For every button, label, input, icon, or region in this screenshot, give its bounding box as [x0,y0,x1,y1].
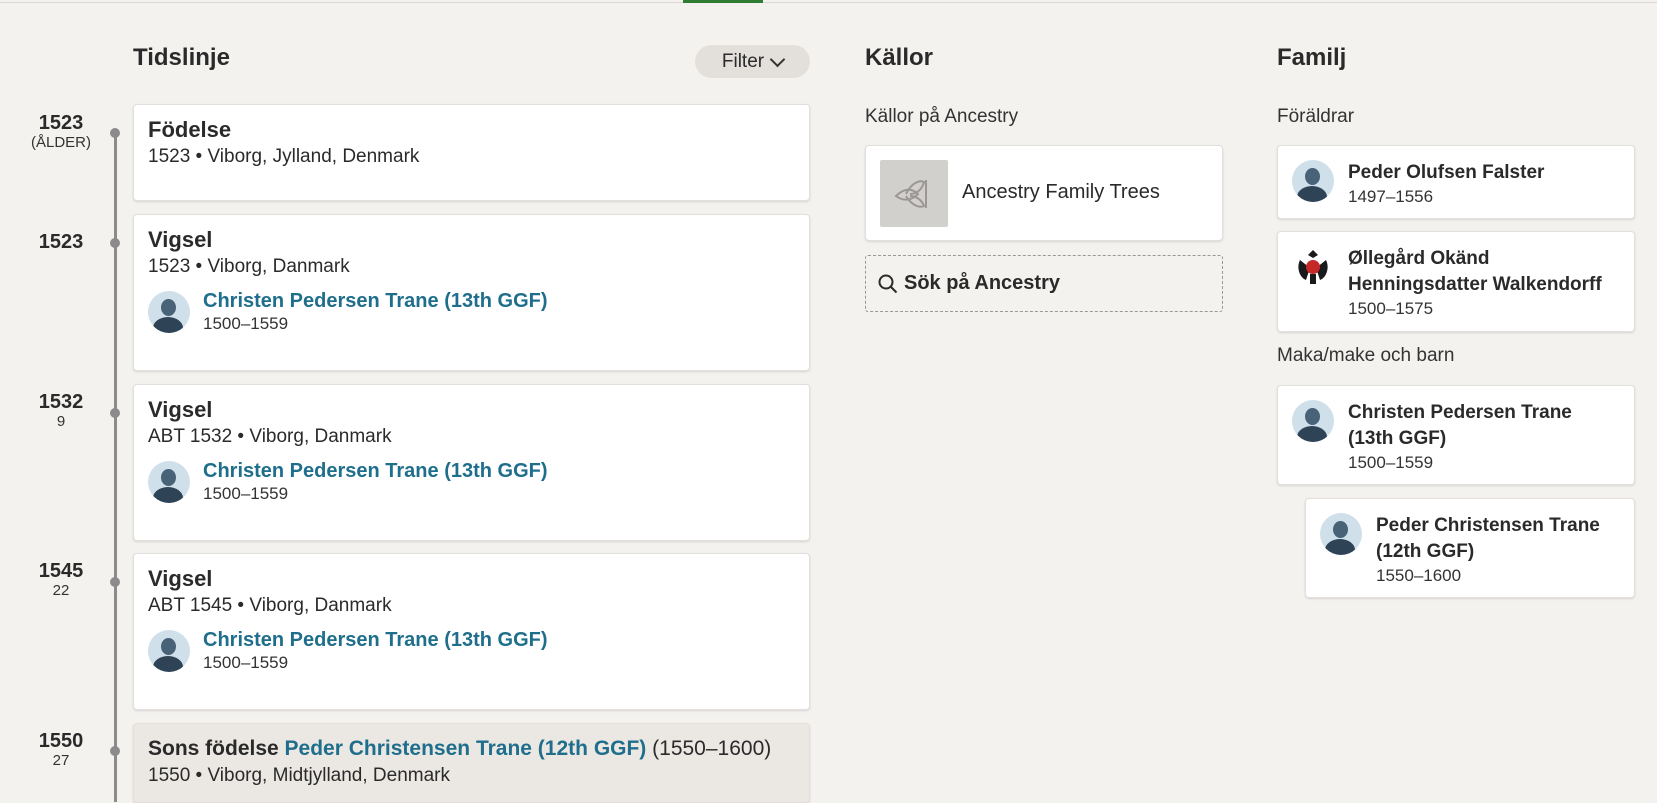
child-years: 1550–1600 [1376,566,1462,585]
child-card[interactable]: Peder Christensen Trane (12th GGF) 1550–… [1305,498,1635,598]
event-place: ABT 1545 • Viborg, Danmark [148,595,392,616]
timeline-dot [110,128,120,138]
timeline-heading: Tidslinje [133,44,230,71]
timeline-year-marker: 1545 22 [28,560,94,600]
person-avatar-icon [148,630,190,672]
event-title: Födelse [148,117,232,142]
source-label: Ancestry Family Trees [962,181,1160,203]
source-card[interactable]: Ancestry Family Trees [865,145,1223,241]
person-avatar-icon [1320,513,1362,555]
sources-subheading: Källor på Ancestry [865,106,1019,127]
active-tab-indicator [683,0,763,3]
event-age: 22 [52,582,70,599]
filter-label: Filter [721,50,765,72]
person-avatar-icon [1292,400,1334,442]
parent-name: Øllegård Okänd Henningsdatter Walkendorf… [1348,248,1602,295]
event-person[interactable]: Christen Pedersen Trane (13th GGF) 1500–… [148,289,795,335]
spouse-children-heading: Maka/make och barn [1277,345,1455,366]
search-ancestry-label: Sök på Ancestry [904,272,1060,294]
parent-name: Peder Olufsen Falster [1348,162,1545,183]
event-title: Vigsel [148,227,213,252]
event-place: ABT 1532 • Viborg, Danmark [148,426,392,447]
spouse-years: 1500–1559 [1348,453,1434,472]
event-person[interactable]: Christen Pedersen Trane (13th GGF) 1500–… [148,628,795,674]
event-place: 1523 • Viborg, Jylland, Denmark [148,146,420,167]
event-age: 27 [52,752,70,769]
parent-years: 1497–1556 [1348,187,1434,206]
timeline-dot [110,238,120,248]
top-divider [0,2,1657,3]
chevron-down-icon [769,51,786,67]
person-name-link[interactable]: Christen Pedersen Trane (13th GGF) [203,459,548,483]
event-title: Sons födelse Peder Christensen Trane (12… [148,736,795,762]
event-card-marriage[interactable]: Vigsel 1523 • Viborg, Danmark Christen P… [133,214,810,371]
search-icon [878,274,898,293]
event-title: Vigsel [148,566,213,591]
family-heading: Familj [1277,44,1347,71]
event-title-prefix: Sons födelse [148,737,279,760]
timeline-dot [110,408,120,418]
event-title: Vigsel [148,397,213,422]
spouse-card[interactable]: Christen Pedersen Trane (13th GGF) 1500–… [1277,385,1635,485]
event-card-marriage[interactable]: Vigsel ABT 1532 • Viborg, Danmark Christ… [133,384,810,541]
timeline-line [114,132,117,802]
sources-heading: Källor [865,44,934,71]
event-place: 1523 • Viborg, Danmark [148,256,350,277]
timeline-dot [110,746,120,756]
person-avatar-icon [148,291,190,333]
timeline-year-marker: 1523 (ÅLDER) [28,112,94,152]
event-card-birth[interactable]: Födelse 1523 • Viborg, Jylland, Denmark [133,104,810,201]
parent-entry: Peder Olufsen Falster 1497–1556 [1278,146,1558,208]
family-crest-icon [1292,246,1334,288]
event-year: 1550 [38,730,84,752]
person-avatar-icon [148,461,190,503]
event-age: (ÅLDER) [30,134,91,151]
spouse-entry: Christen Pedersen Trane (13th GGF) 1500–… [1278,386,1612,474]
parent-card[interactable]: Peder Olufsen Falster 1497–1556 [1277,145,1635,219]
parents-heading: Föräldrar [1277,106,1355,127]
event-year: 1532 [38,391,84,413]
child-name: Peder Christensen Trane (12th GGF) [1376,515,1600,562]
filter-button[interactable]: Filter [695,45,810,78]
timeline-year-marker: 1523 [28,231,94,253]
child-name-link[interactable]: Peder Christensen Trane (12th GGF) [285,737,647,760]
parent-entry: Øllegård Okänd Henningsdatter Walkendorf… [1278,232,1647,320]
event-person[interactable]: Christen Pedersen Trane (13th GGF) 1500–… [148,459,795,505]
event-year: 1523 [38,231,84,253]
child-entry: Peder Christensen Trane (12th GGF) 1550–… [1306,499,1640,587]
timeline-dot [110,577,120,587]
parent-card[interactable]: Øllegård Okänd Henningsdatter Walkendorf… [1277,231,1635,332]
search-ancestry-button[interactable]: Sök på Ancestry [865,255,1223,312]
event-age: 9 [56,413,66,430]
ancestry-leaf-icon [880,160,948,227]
parent-years: 1500–1575 [1348,299,1434,318]
person-years: 1500–1559 [203,484,289,503]
event-card-marriage[interactable]: Vigsel ABT 1545 • Viborg, Danmark Christ… [133,553,810,710]
person-years: 1500–1559 [203,653,289,672]
child-years: (1550–1600) [652,737,772,760]
event-year: 1523 [38,112,84,134]
event-place: 1550 • Viborg, Midtjylland, Denmark [148,765,451,786]
event-card-son-birth[interactable]: Sons födelse Peder Christensen Trane (12… [133,723,810,803]
person-avatar-icon [1292,160,1334,202]
person-years: 1500–1559 [203,314,289,333]
person-name-link[interactable]: Christen Pedersen Trane (13th GGF) [203,628,548,652]
timeline-year-marker: 1550 27 [28,730,94,770]
spouse-name: Christen Pedersen Trane (13th GGF) [1348,402,1572,449]
timeline-year-marker: 1532 9 [28,391,94,431]
event-year: 1545 [38,560,84,582]
person-name-link[interactable]: Christen Pedersen Trane (13th GGF) [203,289,548,313]
